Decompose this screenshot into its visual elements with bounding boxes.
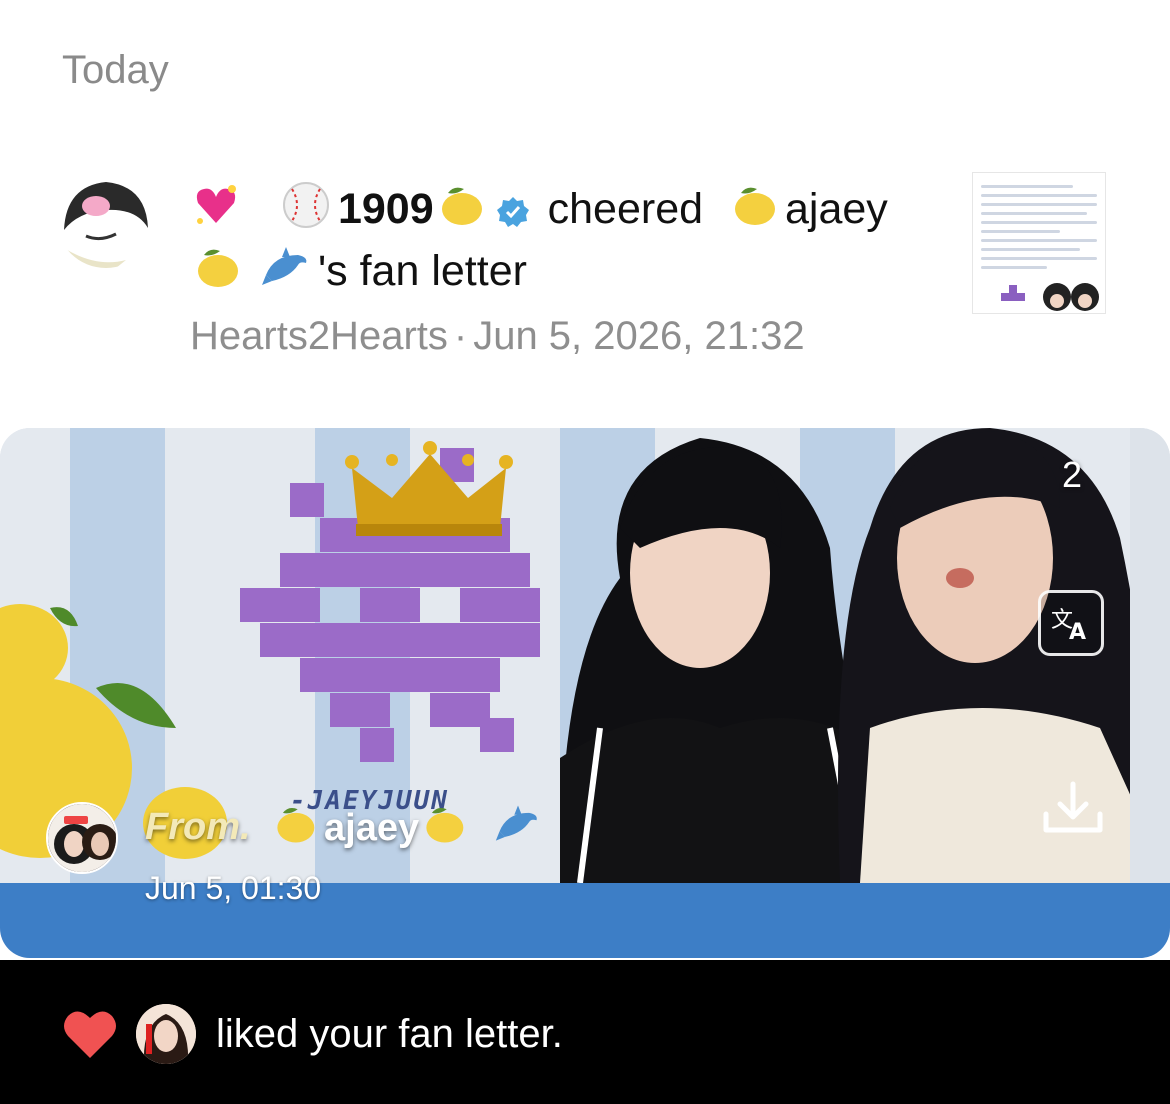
- page-count: 2: [1061, 454, 1082, 495]
- heart-icon: [62, 1008, 118, 1060]
- sender-name-row[interactable]: ajaey: [270, 800, 548, 850]
- baseball-icon: [280, 179, 332, 231]
- sender-avatar[interactable]: [46, 802, 118, 874]
- user-handle[interactable]: 1909: [338, 185, 434, 233]
- sender-name[interactable]: ajaey: [324, 807, 419, 849]
- lemon-icon: [270, 800, 318, 848]
- lemon-icon: [190, 241, 242, 293]
- verified-badge-icon: [496, 184, 530, 227]
- download-icon: [1043, 781, 1103, 833]
- target-name[interactable]: ajaey: [785, 185, 888, 233]
- separator: ·: [453, 314, 468, 358]
- lemon-icon: [727, 179, 779, 231]
- lemon-icon: [434, 179, 486, 231]
- dolphin-icon: [260, 241, 312, 293]
- lemon-icon: [419, 800, 467, 848]
- sparkling-heart-icon: [190, 179, 242, 231]
- notification-text[interactable]: 1909 cheered ajaey 's fan letter: [190, 178, 910, 302]
- liked-text: liked your fan letter.: [216, 1012, 563, 1056]
- user-avatar[interactable]: [56, 168, 156, 268]
- action-text: cheered: [547, 185, 704, 233]
- community-name[interactable]: Hearts2Hearts: [190, 314, 448, 358]
- notification-meta: Hearts2Hearts · Jun 5, 2026, 21:32: [190, 314, 805, 359]
- dolphin-icon: [494, 800, 542, 848]
- timestamp: Jun 5, 2026, 21:32: [473, 314, 805, 358]
- translate-icon: 文 A: [1051, 608, 1086, 645]
- sent-date: Jun 5, 01:30: [145, 870, 322, 906]
- liker-avatar[interactable]: [136, 1004, 196, 1064]
- section-label: Today: [62, 48, 169, 92]
- svg-text:A: A: [1069, 620, 1086, 645]
- from-label: From.: [145, 806, 251, 848]
- translate-button[interactable]: 文 A: [1038, 590, 1104, 656]
- download-button[interactable]: [1040, 778, 1106, 838]
- fan-letter-thumbnail[interactable]: [972, 172, 1106, 314]
- suffix-text: 's fan letter: [317, 247, 527, 295]
